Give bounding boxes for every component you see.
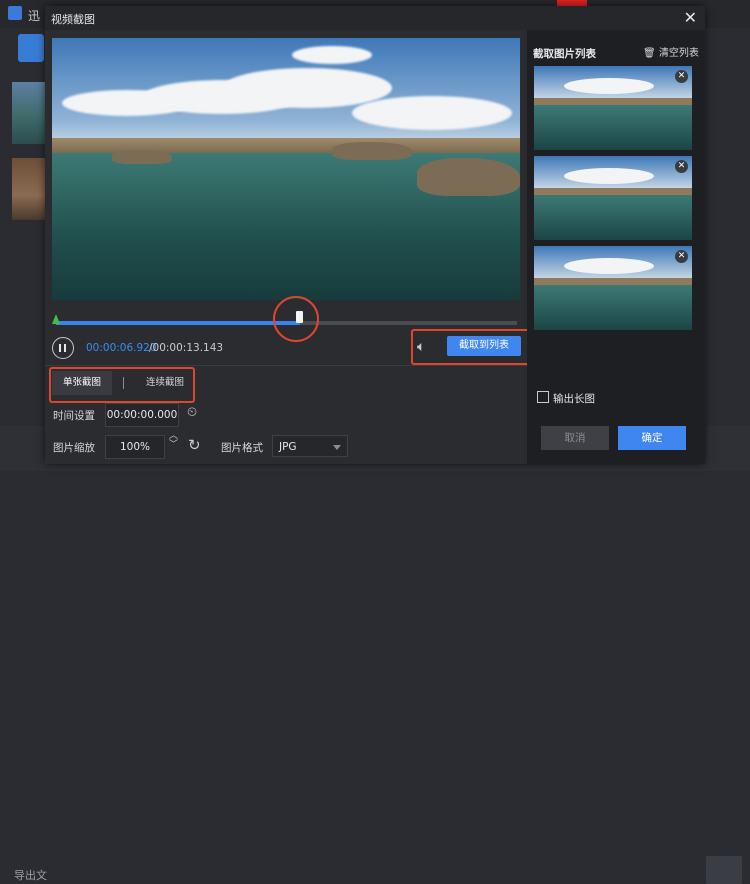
app-logo-icon [8, 6, 22, 20]
total-time: /00:00:13.143 [149, 342, 224, 354]
format-value: JPG [279, 441, 297, 453]
format-select[interactable]: JPG [272, 435, 348, 457]
app-add-button[interactable] [18, 34, 44, 62]
player-panel: 00:00:06.920 /00:00:13.143 🔈︎ 截取到列表 单张截图… [45, 30, 537, 464]
reset-time-icon[interactable]: ⏲︎ [187, 405, 197, 420]
time-setting-label: 时间设置 [53, 410, 95, 422]
current-time: 00:00:06.920 [86, 342, 157, 354]
stepper-icon[interactable]: ︿ ﹀ [169, 432, 178, 450]
trash-icon: 🗑︎ [643, 48, 656, 59]
capture-highlight-box [411, 329, 537, 365]
zoom-input[interactable]: 100% [105, 435, 165, 459]
thumb-cloud [564, 78, 654, 94]
remove-thumb-icon[interactable]: ✕ [675, 160, 688, 173]
tabs-highlight-box [49, 367, 195, 403]
app-file-thumbnail[interactable] [12, 82, 46, 144]
start-marker-icon[interactable] [52, 314, 60, 324]
thumb-water [534, 284, 692, 330]
chevron-down-icon [333, 445, 341, 450]
remove-thumb-icon[interactable]: ✕ [675, 70, 688, 83]
clear-list-button[interactable]: 🗑︎ 清空列表 [643, 44, 699, 59]
divider [45, 365, 527, 366]
dialog-titlebar: 视频截图 ✕ [45, 6, 705, 30]
handle-highlight-circle [273, 296, 319, 342]
close-icon[interactable]: ✕ [684, 8, 697, 27]
thumb-cloud [564, 258, 654, 274]
video-rock [112, 150, 172, 164]
app-export-label: 导出文 [14, 869, 47, 882]
cancel-button[interactable]: 取消 [541, 426, 609, 450]
app-file-thumbnail[interactable] [12, 158, 46, 220]
thumb-cloud [564, 168, 654, 184]
output-long-label: 输出长图 [553, 393, 595, 405]
reset-zoom-icon[interactable]: ↻ [188, 436, 201, 454]
thumb-water [534, 104, 692, 150]
timeline-progress [56, 321, 301, 325]
capture-list-panel: 截取图片列表 🗑︎ 清空列表 ✕ ✕ ✕ 输出长图 取消 确定 [527, 30, 705, 464]
screenshot-dialog: 视频截图 ✕ 00:00:06.920 /00:00:13.143 🔈︎ 截取到… [45, 6, 705, 464]
remove-thumb-icon[interactable]: ✕ [675, 250, 688, 263]
time-setting-input[interactable]: 00:00:00.000 [105, 403, 179, 427]
zoom-label: 图片缩放 [53, 442, 95, 454]
video-cloud [292, 46, 372, 64]
dialog-title: 视频截图 [51, 13, 95, 26]
video-preview[interactable] [52, 38, 520, 300]
video-rock [417, 158, 520, 196]
captured-thumbnail[interactable]: ✕ [534, 156, 692, 240]
capture-list-title: 截取图片列表 [533, 48, 596, 60]
video-cloud [352, 96, 512, 130]
clear-list-label: 清空列表 [658, 48, 699, 59]
captured-thumbnail[interactable]: ✕ [534, 66, 692, 150]
app-action-button[interactable] [706, 856, 742, 884]
app-title: 迅 [28, 9, 41, 23]
thumb-water [534, 194, 692, 240]
confirm-button[interactable]: 确定 [618, 426, 686, 450]
video-rock [332, 142, 412, 160]
pause-icon[interactable] [52, 337, 74, 359]
video-cloud [62, 90, 192, 116]
captured-thumbnail[interactable]: ✕ [534, 246, 692, 330]
output-long-checkbox[interactable] [537, 391, 549, 403]
format-label: 图片格式 [221, 442, 263, 454]
